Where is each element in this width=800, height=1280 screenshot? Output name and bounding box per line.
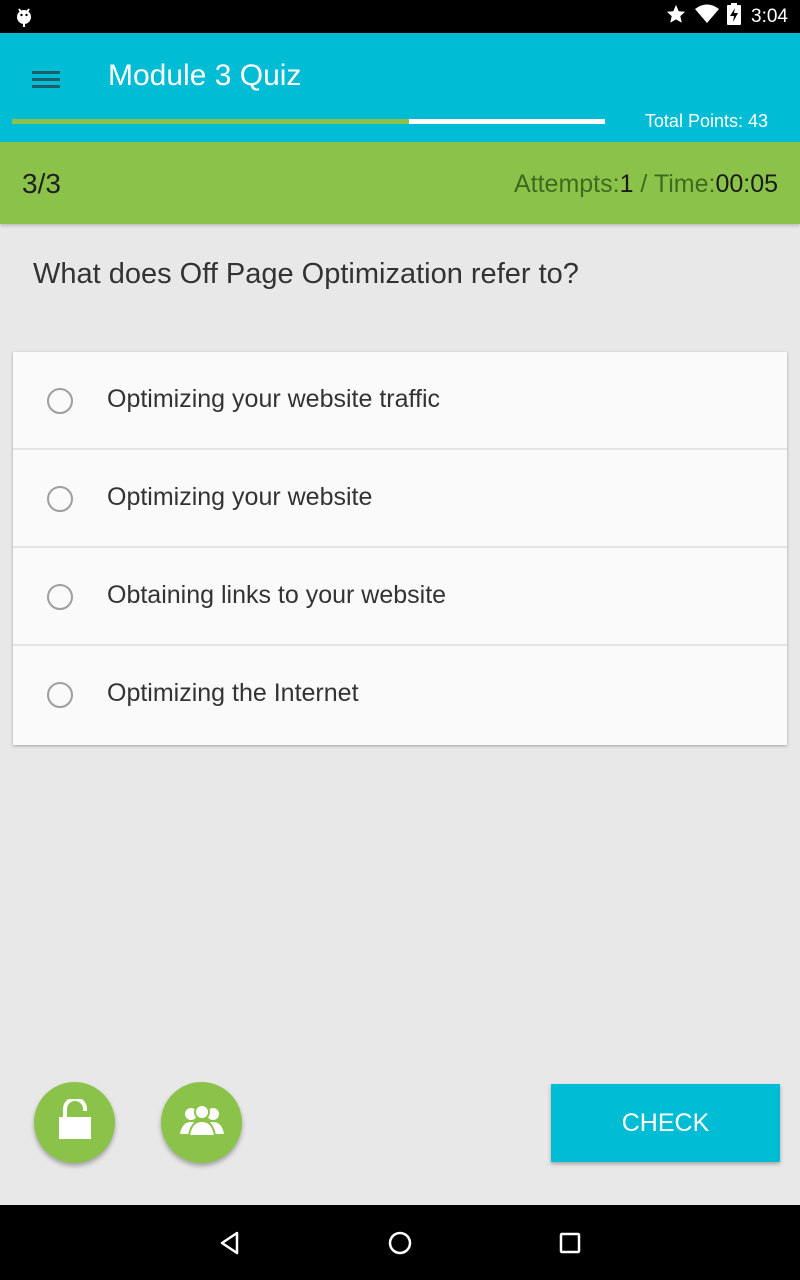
back-icon[interactable] xyxy=(214,1227,246,1259)
check-button[interactable]: CHECK xyxy=(551,1084,780,1162)
answer-options: Optimizing your website traffic Optimizi… xyxy=(13,352,787,745)
separator: / xyxy=(633,170,654,198)
attempts-value: 1 xyxy=(619,170,634,198)
answer-option[interactable]: Optimizing the Internet xyxy=(13,646,787,743)
lock-open-icon xyxy=(57,1097,93,1146)
community-button[interactable] xyxy=(161,1082,242,1163)
unlock-button[interactable] xyxy=(34,1082,115,1163)
page-title: Module 3 Quiz xyxy=(108,59,302,92)
radio-button-icon[interactable] xyxy=(47,682,73,708)
star-icon xyxy=(665,3,687,30)
attempts-label: Attempts: xyxy=(513,170,620,198)
attempts-time-readout: Attempts:1 / Time:00:05 xyxy=(514,170,778,199)
answer-option[interactable]: Obtaining links to your website xyxy=(13,548,787,646)
battery-charging-icon xyxy=(727,3,742,30)
radio-button-icon[interactable] xyxy=(47,584,73,610)
status-bar: 3:04 xyxy=(0,0,800,33)
quiz-progress-bar xyxy=(12,119,605,124)
recents-icon[interactable] xyxy=(554,1227,586,1259)
question-counter: 3/3 xyxy=(22,168,61,199)
radio-button-icon[interactable] xyxy=(47,388,73,414)
wifi-icon xyxy=(695,3,720,30)
answer-option-label: Optimizing the Internet xyxy=(107,679,359,707)
answer-option-label: Obtaining links to your website xyxy=(107,581,447,609)
time-label: Time: xyxy=(653,170,716,198)
home-icon[interactable] xyxy=(384,1227,416,1259)
radio-button-icon[interactable] xyxy=(47,486,73,512)
quiz-progress-fill xyxy=(12,119,410,124)
question-text: What does Off Page Optimization refer to… xyxy=(33,258,579,290)
hamburger-menu-icon[interactable] xyxy=(20,55,72,103)
app-bar: Module 3 Quiz Total Points: 43 xyxy=(0,33,800,142)
android-debug-icon xyxy=(14,6,34,33)
quiz-info-strip: 3/3 Attempts:1 / Time:00:05 xyxy=(0,142,800,224)
answer-option-label: Optimizing your website traffic xyxy=(107,385,440,413)
answer-option[interactable]: Optimizing your website traffic xyxy=(13,352,787,450)
system-nav-bar xyxy=(0,1205,800,1280)
time-value: 00:05 xyxy=(715,170,778,198)
answer-option[interactable]: Optimizing your website xyxy=(13,450,787,548)
total-points: Total Points: 43 xyxy=(644,111,768,131)
status-time: 3:04 xyxy=(751,5,788,27)
answer-option-label: Optimizing your website xyxy=(107,483,373,511)
group-icon xyxy=(178,1102,226,1143)
